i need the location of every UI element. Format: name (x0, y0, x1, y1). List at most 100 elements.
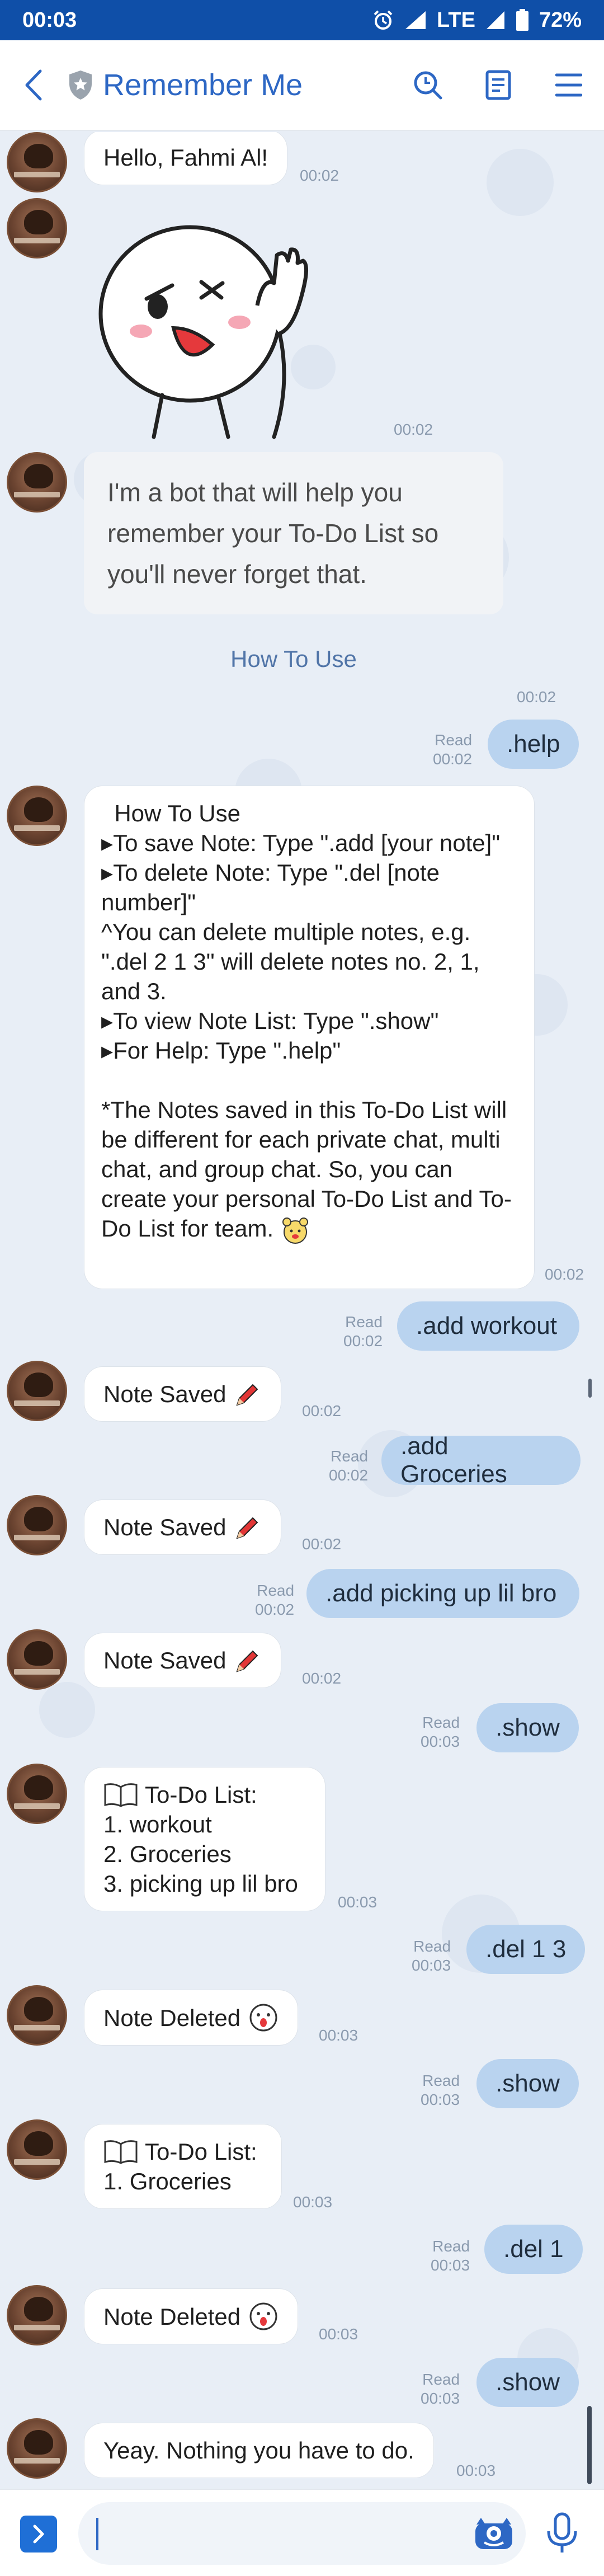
greeting-message: Hello, Fahmi Al! (84, 132, 288, 185)
bear-emoji-icon (282, 1217, 308, 1244)
scrollbar[interactable] (587, 2406, 592, 2484)
menu-button[interactable] (534, 40, 604, 130)
outgoing-message: .show (476, 2358, 579, 2407)
message-time: 00:03 (319, 2027, 358, 2044)
status-bar: 00:03 LTE 72% (0, 0, 604, 40)
shield-icon (69, 70, 92, 100)
sticker-time: 00:02 (394, 421, 433, 438)
chat-title-area[interactable]: Remember Me (67, 68, 393, 102)
message-time: 00:02 (302, 1535, 342, 1553)
read-receipt: Read 00:02 (433, 731, 473, 768)
menu-icon (555, 73, 582, 97)
todo-list-message: To-Do List: 1. workout 2. Groceries 3. p… (84, 1767, 325, 1911)
message-time: 00:03 (338, 1893, 378, 1911)
bot-avatar[interactable] (7, 2119, 67, 2180)
read-receipt: Read 00:02 (255, 1582, 295, 1618)
incoming-message: Note Saved (84, 1499, 282, 1555)
help-line: ▸To delete Note: Type ".del [note number… (101, 859, 446, 915)
howto-time: 00:02 (517, 688, 556, 706)
notes-button[interactable] (463, 40, 534, 130)
waving-sticker[interactable] (95, 216, 319, 451)
list-item: 1. Groceries (103, 2168, 232, 2194)
scroll-marker (588, 1379, 592, 1398)
status-time: 00:03 (22, 8, 77, 32)
outgoing-message: .add Groceries (381, 1432, 581, 1488)
incoming-message: Yeay. Nothing you have to do. (84, 2423, 434, 2478)
book-icon (104, 2140, 138, 2164)
chat-header: Remember Me (0, 40, 604, 131)
bot-avatar[interactable] (7, 1495, 67, 1555)
surprised-face-icon (249, 2004, 277, 2032)
read-receipt: Read 00:03 (421, 1714, 460, 1750)
bot-avatar[interactable] (7, 2285, 67, 2345)
help-line: How To Use (101, 800, 240, 826)
incoming-message: Note Deleted (84, 1990, 299, 2046)
alarm-icon (374, 10, 393, 30)
incoming-message: Note Deleted (84, 2288, 299, 2344)
mic-icon[interactable] (545, 2512, 579, 2555)
text-cursor (96, 2518, 98, 2550)
signal-2-icon (486, 11, 504, 29)
message-input-bar (0, 2489, 604, 2576)
pencil-icon (236, 1384, 258, 1406)
todo-list-message: To-Do List: 1. Groceries (84, 2124, 282, 2209)
list-item: 2. Groceries (103, 1841, 232, 1867)
outgoing-message: .del 1 3 (466, 1925, 586, 1974)
bot-avatar[interactable] (7, 198, 67, 258)
network-label: LTE (436, 8, 475, 32)
read-receipt: Read 00:03 (421, 2371, 460, 2407)
bot-avatar[interactable] (7, 1629, 67, 1690)
message-input[interactable] (78, 2502, 526, 2565)
back-button[interactable] (0, 40, 67, 130)
bot-avatar[interactable] (7, 1764, 67, 1824)
emoji-icon[interactable] (473, 2517, 515, 2551)
chat-title: Remember Me (103, 68, 303, 102)
help-line: ^You can delete multiple notes, e.g. ".d… (101, 919, 487, 1004)
list-item: 3. picking up lil bro (103, 1870, 298, 1897)
read-receipt: Read 00:03 (412, 1938, 451, 1974)
outgoing-message: .help (488, 720, 579, 769)
list-item: 1. workout (103, 1811, 212, 1837)
expand-icon (33, 2525, 44, 2544)
expand-button[interactable] (20, 2516, 57, 2553)
bot-avatar[interactable] (7, 1985, 67, 2046)
help-message: How To Use ▸To save Note: Type ".add [yo… (84, 786, 535, 1289)
outgoing-message: .show (476, 2059, 579, 2108)
search-button[interactable] (393, 40, 463, 130)
battery-level: 72% (539, 8, 582, 32)
incoming-message: Note Saved (84, 1633, 282, 1688)
intro-card: I'm a bot that will help you remember yo… (84, 452, 503, 614)
help-line: ▸To view Note List: Type ".show" (101, 1008, 439, 1034)
message-time: 00:02 (302, 1402, 342, 1419)
read-receipt: Read 00:02 (343, 1313, 383, 1350)
message-time: 00:03 (319, 2325, 358, 2343)
outgoing-message: .add picking up lil bro (306, 1569, 579, 1618)
outgoing-message: .del 1 (484, 2225, 583, 2274)
back-icon (25, 69, 42, 101)
read-receipt: Read 00:03 (431, 2237, 470, 2274)
bot-avatar[interactable] (7, 2418, 67, 2479)
greeting-time: 00:02 (300, 167, 339, 184)
read-receipt: Read 00:03 (421, 2072, 460, 2108)
message-time: 00:03 (456, 2462, 496, 2479)
how-to-use-link[interactable]: How To Use (0, 646, 587, 673)
message-time: 00:03 (293, 2193, 333, 2211)
bot-avatar[interactable] (7, 452, 67, 513)
help-line: ▸For Help: Type ".help" (101, 1037, 341, 1064)
bot-avatar[interactable] (7, 786, 67, 846)
notes-icon (485, 70, 511, 100)
battery-icon (516, 9, 528, 31)
pencil-icon (236, 1650, 258, 1672)
signal-icon (405, 11, 426, 29)
outgoing-message: .show (476, 1703, 579, 1752)
search-icon (414, 71, 442, 100)
status-indicators: LTE 72% (372, 8, 582, 32)
bot-avatar[interactable] (7, 132, 67, 192)
help-time: 00:02 (545, 1266, 584, 1283)
book-icon (104, 1783, 138, 1807)
bot-avatar[interactable] (7, 1361, 67, 1421)
read-receipt: Read 00:02 (329, 1447, 369, 1484)
surprised-face-icon (249, 2302, 277, 2330)
chat-area[interactable]: Hello, Fahmi Al! 00:02 00:02 I'm a bot t… (0, 132, 604, 2489)
incoming-message: Note Saved (84, 1366, 282, 1422)
